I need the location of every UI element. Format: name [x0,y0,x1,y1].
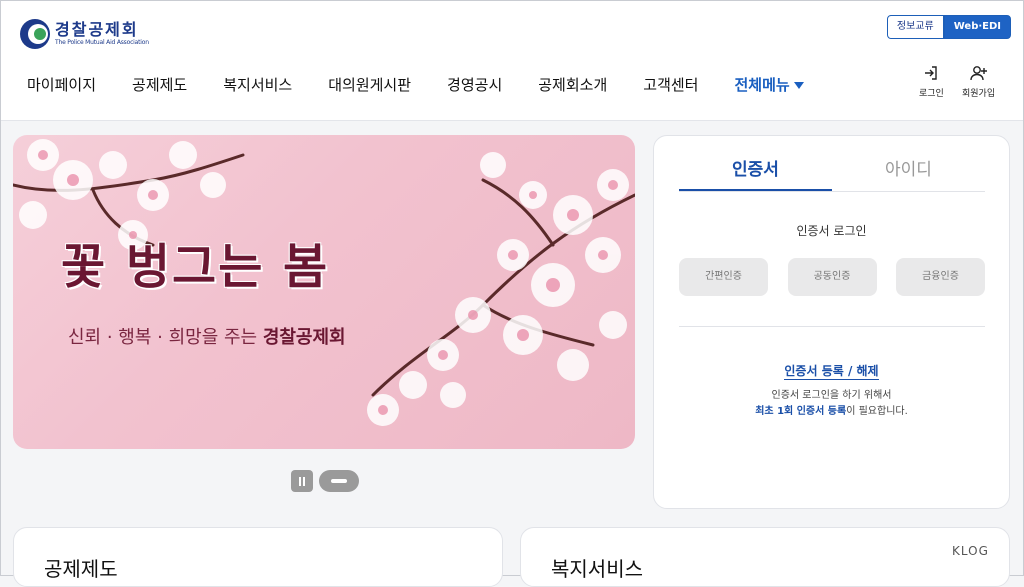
klog-watermark: KLOG [952,544,989,558]
nav-about[interactable]: 공제회소개 [538,74,607,95]
nav-welfare-service[interactable]: 복지서비스 [223,74,292,95]
nav-delegate-board[interactable]: 대의원게시판 [328,74,411,95]
cert-desc-highlight: 최초 1회 인증서 등록 [755,406,847,417]
main-navigation: 마이페이지 공제제도 복지서비스 대의원게시판 경영공시 공제회소개 고객센터 … [27,74,840,95]
signup-label: 회원가입 [962,89,996,99]
nav-mutual-aid-system[interactable]: 공제제도 [132,74,187,95]
nav-management-disclosure[interactable]: 경영공시 [447,74,502,95]
top-links: 정보교류 Web·EDI [886,15,1011,39]
cert-desc-line1: 인증서 로그인을 하기 위해서 [771,390,892,401]
nav-mypage[interactable]: 마이페이지 [27,74,96,95]
logo-emblem-icon [19,18,51,50]
banner-subtitle: 신뢰 · 행복 · 희망을 주는 경찰공제회 [68,323,346,349]
web-edi-link[interactable]: Web·EDI [943,15,1011,39]
all-menu-button[interactable]: 전체메뉴 [734,74,804,95]
cert-desc-rest: 이 필요합니다. [846,406,908,417]
auth-buttons: 간편인증 공동인증 금융인증 [679,258,985,296]
cert-register-link-wrap: 인증서 등록 / 해제 [654,362,1009,380]
login-icon [923,65,939,83]
mutual-aid-card-title: 공제제도 [44,557,118,581]
banner-subtitle-brand: 경찰공제회 [262,327,346,348]
nav-customer-center[interactable]: 고객센터 [643,74,698,95]
caret-down-icon [793,82,804,89]
banner-title: 꽃 벙그는 봄 [61,239,330,295]
pause-button[interactable] [291,470,313,492]
logo-english-name: The Police Mutual Aid Association [55,39,149,46]
financial-cert-button[interactable]: 금융인증 [896,258,985,296]
cert-register-link[interactable]: 인증서 등록 / 해제 [784,364,879,380]
login-tabs: 인증서 아이디 [679,150,985,192]
slide-indicator-button[interactable] [319,470,359,492]
pause-icon [299,476,301,486]
site-header: 경찰공제회 The Police Mutual Aid Association … [1,1,1023,121]
tab-certificate[interactable]: 인증서 [679,150,832,191]
site-logo[interactable]: 경찰공제회 The Police Mutual Aid Association [19,18,149,50]
main-banner[interactable]: 꽃 벙그는 봄 신뢰 · 행복 · 희망을 주는 경찰공제회 [13,135,635,449]
info-exchange-link[interactable]: 정보교류 [886,15,944,39]
welfare-card[interactable]: 복지서비스 [520,527,1010,587]
cert-description: 인증서 로그인을 하기 위해서 최초 1회 인증서 등록이 필요합니다. [654,388,1009,420]
joint-cert-button[interactable]: 공동인증 [787,258,877,296]
welfare-card-title: 복지서비스 [551,557,643,581]
user-add-icon [969,65,989,83]
slider-controls [291,470,359,492]
mutual-aid-card[interactable]: 공제제도 [13,527,503,587]
login-panel: 인증서 아이디 인증서 로그인 간편인증 공동인증 금융인증 인증서 등록 / … [653,135,1010,509]
login-label: 로그인 [919,89,944,99]
divider [679,326,985,327]
slide-dot-icon [331,479,347,483]
signup-util-button[interactable]: 회원가입 [962,65,995,99]
certificate-login-title: 인증서 로그인 [796,224,867,238]
logo-korean-name: 경찰공제회 [55,20,139,39]
tab-id[interactable]: 아이디 [832,150,985,191]
banner-subtitle-text: 신뢰 · 행복 · 희망을 주는 [68,327,263,348]
login-util-button[interactable]: 로그인 [919,65,944,99]
simple-auth-button[interactable]: 간편인증 [679,258,768,296]
all-menu-label: 전체메뉴 [734,76,790,94]
